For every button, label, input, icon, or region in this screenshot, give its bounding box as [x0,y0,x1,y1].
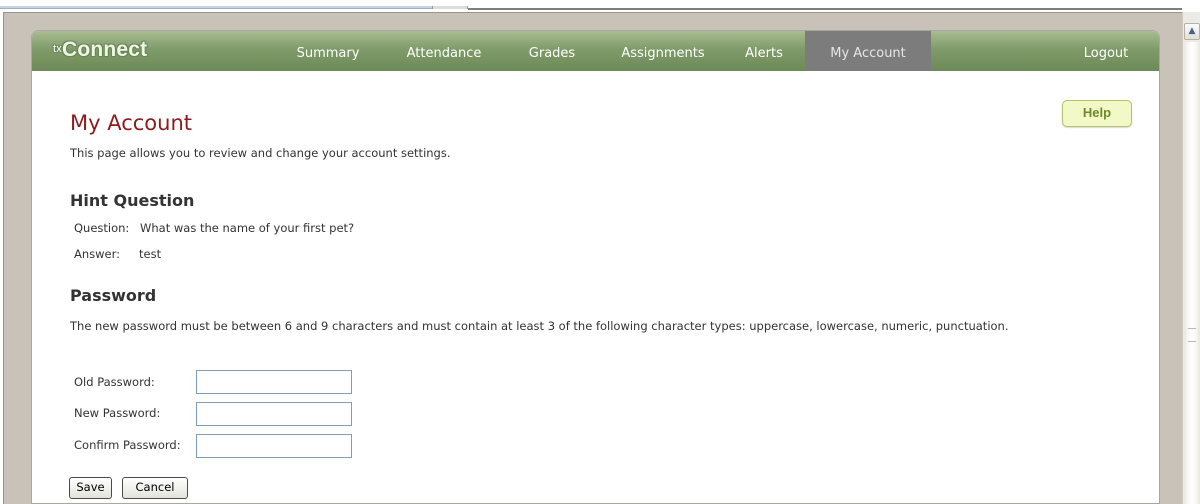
scroll-up-arrow-icon[interactable]: ▲ [1184,23,1200,40]
main-content: Help My Account This page allows you to … [32,71,1159,503]
brand-logo[interactable]: txConnect [53,38,148,62]
password-heading: Password [70,286,157,305]
nav-attendance[interactable]: Attendance [394,31,494,71]
new-password-label: New Password: [74,406,161,420]
txconnect-app: txConnect Summary Attendance Grades Assi… [31,30,1160,504]
confirm-password-field[interactable] [196,434,352,458]
scrollbar-grip[interactable] [1188,328,1196,342]
hint-question-heading: Hint Question [70,191,195,210]
old-password-field[interactable] [196,370,352,394]
browser-tab-divider [432,6,468,9]
hint-question-label: Question: [74,221,130,235]
nav-assignments[interactable]: Assignments [610,31,716,71]
browser-tab-strip [0,6,432,9]
vertical-scrollbar[interactable]: ▲ [1182,12,1200,504]
nav-summary[interactable]: Summary [286,31,370,71]
hint-question-value: What was the name of your first pet? [140,221,355,235]
logout-link[interactable]: Logout [1070,31,1142,71]
nav-alerts[interactable]: Alerts [734,31,794,71]
page-description: This page allows you to review and chang… [70,146,451,160]
nav-grades[interactable]: Grades [518,31,586,71]
scrollbar-track[interactable] [1186,42,1198,504]
browser-frame-line [468,8,1182,10]
top-navigation: txConnect Summary Attendance Grades Assi… [32,31,1159,71]
nav-my-account[interactable]: My Account [805,31,931,71]
new-password-field[interactable] [196,402,352,426]
hint-answer-label: Answer: [74,247,121,261]
hint-answer-value: test [139,247,162,261]
cancel-button[interactable]: Cancel [122,477,188,499]
password-requirements: The new password must be between 6 and 9… [70,319,1009,333]
brand-name: Connect [61,38,148,61]
browser-top-strip [0,0,1182,12]
old-password-label: Old Password: [74,375,155,389]
save-button[interactable]: Save [69,477,112,499]
brand-prefix: tx [53,43,62,55]
page-title: My Account [70,111,193,135]
confirm-password-label: Confirm Password: [74,438,181,452]
help-button[interactable]: Help [1062,100,1132,127]
